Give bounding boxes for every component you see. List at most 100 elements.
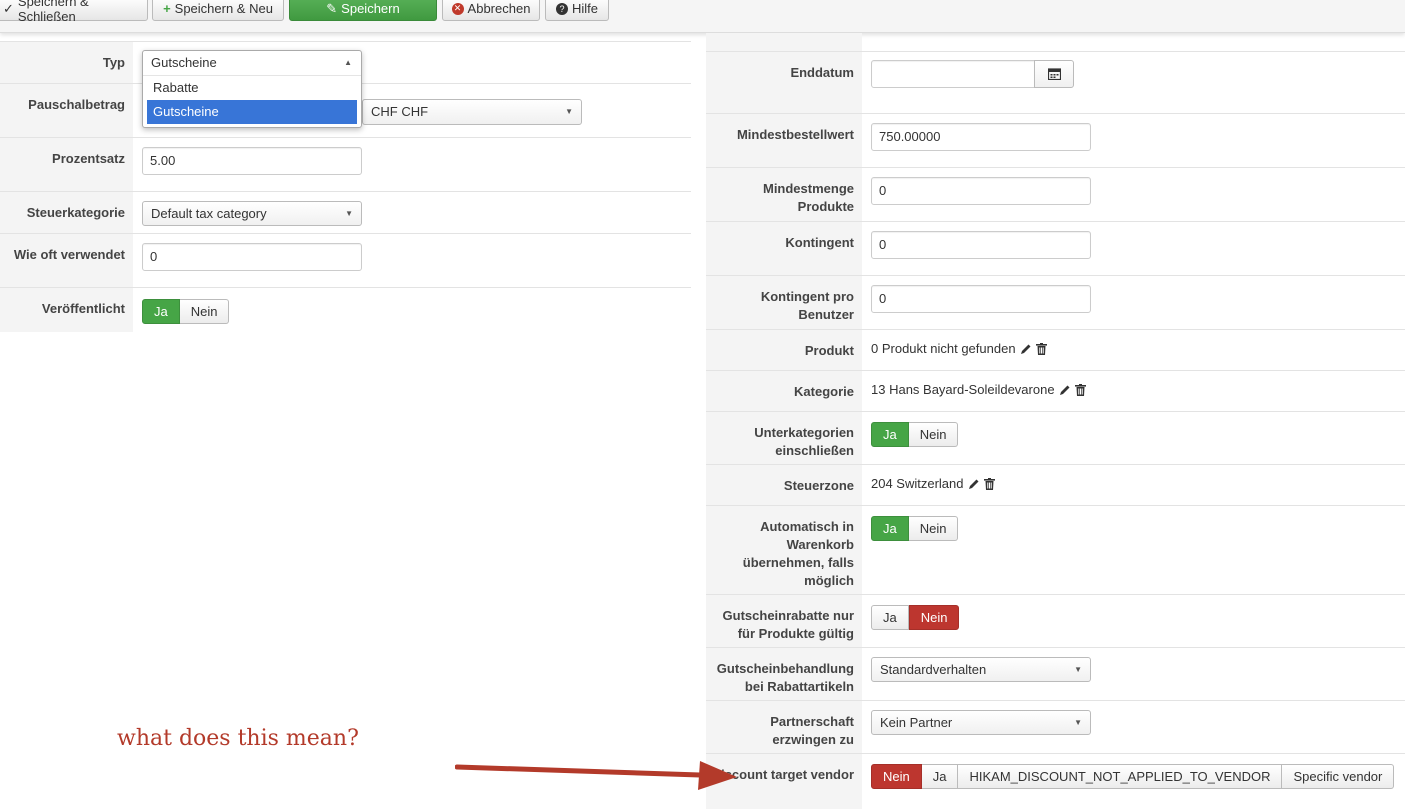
kategorie-label: Kategorie: [706, 371, 862, 412]
kategorie-value: 13 Hans Bayard-Soleildevarone: [871, 382, 1055, 397]
vendor-no-button[interactable]: Nein: [871, 764, 922, 789]
steuerzone-value: 204 Switzerland: [871, 476, 964, 491]
cancel-icon: ✕: [451, 2, 464, 15]
edit-icon: ✎: [326, 1, 338, 16]
row-partnerschaft: Partnerschaft erzwingen zu Kein Partner …: [706, 700, 1405, 754]
vendor-yes-button[interactable]: Ja: [921, 764, 959, 789]
publish-yes-button[interactable]: Ja: [142, 299, 180, 324]
edit-produkt-icon[interactable]: [1020, 343, 1032, 355]
gutscheinrabatte-label: Gutscheinrabatte nur für Produkte gültig: [706, 595, 862, 648]
row-produkt: Produkt 0 Produkt nicht gefunden: [706, 329, 1405, 371]
row-gutscheinrabatte: Gutscheinrabatte nur für Produkte gültig…: [706, 594, 1405, 648]
prozentsatz-input[interactable]: 5.00: [142, 147, 362, 175]
delete-steuerzone-icon[interactable]: [983, 478, 995, 490]
kategorie-value-group: 13 Hans Bayard-Soleildevarone: [871, 381, 1086, 399]
kontingent-pro-benutzer-input[interactable]: 0: [871, 285, 1091, 313]
unterkategorien-no-button[interactable]: Nein: [908, 422, 959, 447]
row-kontingent: Kontingent 0: [706, 221, 1405, 276]
chevron-down-icon: ▼: [565, 107, 573, 116]
mindestmenge-input[interactable]: 0: [871, 177, 1091, 205]
partnerschaft-label: Partnerschaft erzwingen zu: [706, 701, 862, 754]
wie-oft-input[interactable]: 0: [142, 243, 362, 271]
chevron-down-icon: ▼: [345, 209, 353, 218]
row-enddatum: Enddatum: [706, 51, 1405, 114]
automatisch-no-button[interactable]: Nein: [908, 516, 959, 541]
kontingent-label: Kontingent: [706, 222, 862, 276]
currency-select[interactable]: CHF CHF ▼: [362, 99, 582, 125]
unterkategorien-label: Unterkategorien einschließen: [706, 412, 862, 465]
chevron-down-icon: ▼: [1074, 718, 1082, 727]
calendar-icon: [1047, 68, 1061, 80]
calendar-button[interactable]: [1034, 60, 1074, 88]
row-kontingent-pro-benutzer: Kontingent pro Benutzer 0: [706, 275, 1405, 330]
top-partial-label: [706, 33, 862, 52]
row-unterkategorien: Unterkategorien einschließen Ja Nein: [706, 411, 1405, 465]
produkt-value: 0 Produkt nicht gefunden: [871, 341, 1016, 356]
chevron-up-icon: ▲: [344, 58, 352, 67]
gutscheinbehandlung-select[interactable]: Standardverhalten ▼: [871, 657, 1091, 682]
enddatum-input[interactable]: [871, 60, 1035, 88]
row-steuerzone: Steuerzone 204 Switzerland: [706, 464, 1405, 506]
produkt-label: Produkt: [706, 330, 862, 371]
toolbar: ✓ Speichern & Schließen + Speichern & Ne…: [0, 0, 1405, 33]
plus-icon: +: [163, 1, 171, 16]
row-kategorie: Kategorie 13 Hans Bayard-Soleildevarone: [706, 370, 1405, 412]
row-discount-target-vendor: Discount target vendor Nein Ja HIKAM_DIS…: [706, 753, 1405, 809]
annotation-arrow-icon: [455, 761, 737, 790]
edit-steuerzone-icon[interactable]: [968, 478, 980, 490]
gutscheinrabatte-yes-button[interactable]: Ja: [871, 605, 909, 630]
steuerkategorie-select[interactable]: Default tax category ▼: [142, 201, 362, 226]
check-icon: ✓: [3, 1, 14, 16]
save-close-button[interactable]: ✓ Speichern & Schließen: [0, 0, 148, 24]
gutscheinbehandlung-label: Gutscheinbehandlung bei Rabattartikeln: [706, 648, 862, 701]
help-icon: ?: [555, 2, 568, 15]
row-top-partial: [706, 33, 1405, 52]
row-prozentsatz: Prozentsatz 5.00: [0, 137, 691, 192]
steuerzone-label: Steuerzone: [706, 465, 862, 506]
gutscheinrabatte-no-button[interactable]: Nein: [908, 605, 960, 630]
vendor-specific-button[interactable]: Specific vendor: [1282, 764, 1395, 789]
typ-option-gutscheine[interactable]: Gutscheine: [147, 100, 357, 124]
row-gutscheinbehandlung: Gutscheinbehandlung bei Rabattartikeln S…: [706, 647, 1405, 701]
row-mindestmenge: Mindestmenge Produkte 0: [706, 167, 1405, 222]
automatisch-yes-button[interactable]: Ja: [871, 516, 909, 541]
mindestbestellwert-label: Mindestbestellwert: [706, 114, 862, 168]
save-button[interactable]: ✎ Speichern: [289, 0, 437, 21]
row-automatisch: Automatisch in Warenkorb übernehmen, fal…: [706, 505, 1405, 595]
row-wie-oft: Wie oft verwendet 0: [0, 233, 691, 288]
save-new-button[interactable]: + Speichern & Neu: [152, 0, 284, 21]
mindestmenge-label: Mindestmenge Produkte: [706, 168, 862, 222]
enddatum-label: Enddatum: [706, 52, 862, 114]
unterkategorien-yes-button[interactable]: Ja: [871, 422, 909, 447]
publish-no-button[interactable]: Nein: [179, 299, 230, 324]
typ-option-rabatte[interactable]: Rabatte: [143, 76, 361, 100]
delete-produkt-icon[interactable]: [1035, 343, 1047, 355]
steuerkategorie-label: Steuerkategorie: [0, 192, 133, 234]
automatisch-toggle: Ja Nein: [871, 516, 959, 541]
help-button[interactable]: ? Hilfe: [545, 0, 609, 21]
prozentsatz-label: Prozentsatz: [0, 138, 133, 192]
typ-dropdown[interactable]: Gutscheine ▲ Rabatte Gutscheine: [142, 50, 362, 128]
typ-label: Typ: [0, 42, 133, 84]
steuerzone-value-group: 204 Switzerland: [871, 475, 995, 493]
vendor-not-applied-button[interactable]: HIKAM_DISCOUNT_NOT_APPLIED_TO_VENDOR: [958, 764, 1283, 789]
typ-select-current[interactable]: Gutscheine ▲: [143, 51, 361, 76]
row-steuerkategorie: Steuerkategorie Default tax category ▼: [0, 191, 691, 234]
edit-kategorie-icon[interactable]: [1059, 384, 1071, 396]
mindestbestellwert-input[interactable]: 750.00000: [871, 123, 1091, 151]
annotation-text: what does this mean?: [117, 726, 359, 751]
unterkategorien-toggle: Ja Nein: [871, 422, 959, 447]
wie-oft-label: Wie oft verwendet: [0, 234, 133, 288]
veroeffentlicht-label: Veröffentlicht: [0, 288, 133, 332]
chevron-down-icon: ▼: [1074, 665, 1082, 674]
delete-kategorie-icon[interactable]: [1074, 384, 1086, 396]
produkt-value-group: 0 Produkt nicht gefunden: [871, 340, 1047, 358]
discount-target-vendor-toggle: Nein Ja HIKAM_DISCOUNT_NOT_APPLIED_TO_VE…: [871, 764, 1395, 789]
partnerschaft-select[interactable]: Kein Partner ▼: [871, 710, 1091, 735]
row-veroeffentlicht: Veröffentlicht Ja Nein: [0, 287, 691, 332]
kontingent-pro-benutzer-label: Kontingent pro Benutzer: [706, 276, 862, 330]
publish-toggle: Ja Nein: [142, 299, 230, 324]
gutscheinrabatte-toggle: Ja Nein: [871, 605, 960, 630]
kontingent-input[interactable]: 0: [871, 231, 1091, 259]
cancel-button[interactable]: ✕ Abbrechen: [442, 0, 540, 21]
